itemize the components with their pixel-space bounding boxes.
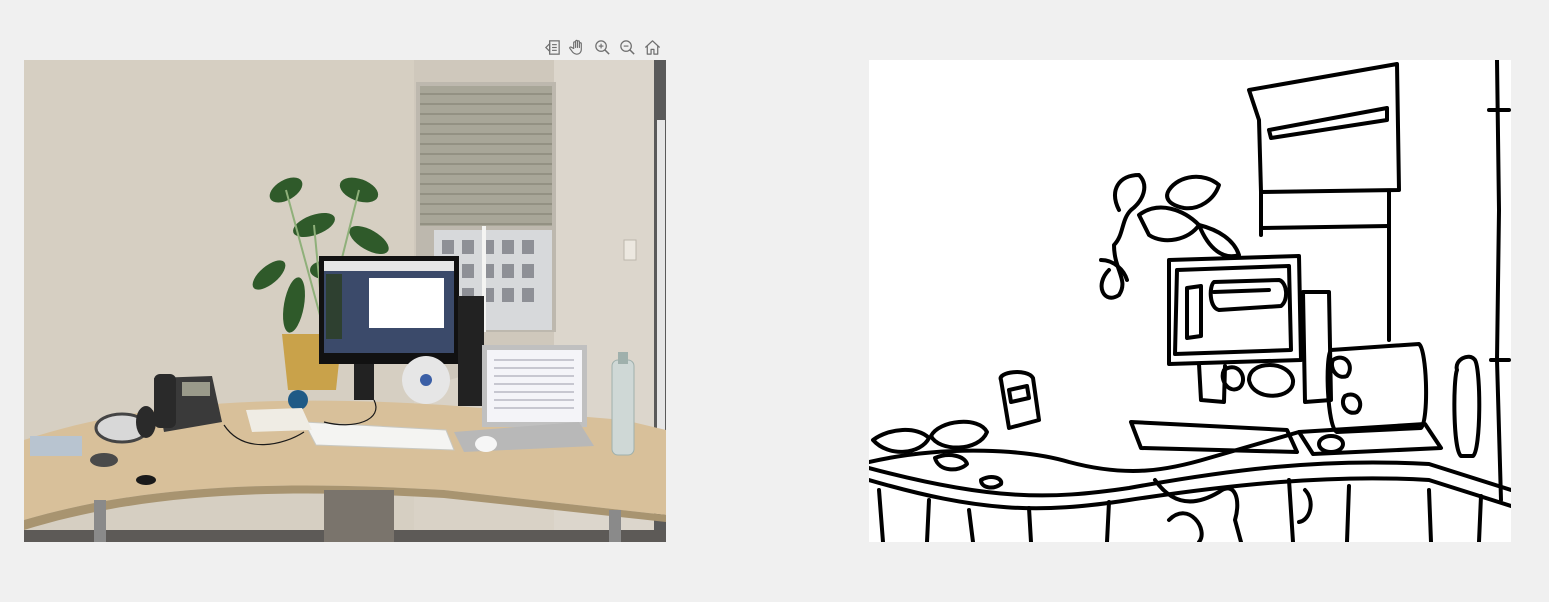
brush-data-button[interactable] (541, 36, 564, 59)
edge-map (869, 60, 1511, 542)
zoom-in-button[interactable] (591, 36, 614, 59)
home-restore-view-icon (644, 39, 661, 55)
pan-hand-icon (569, 39, 582, 55)
edge-map-axes[interactable] (869, 60, 1511, 542)
zoom-out-button[interactable] (616, 36, 639, 59)
zoom-out-icon (620, 39, 635, 55)
office-photo (24, 60, 666, 542)
axes-toolbar (541, 35, 664, 59)
home-restore-view-button[interactable] (641, 36, 664, 59)
desk-phone (154, 374, 222, 432)
zoom-in-icon (595, 39, 610, 55)
brush-data-icon (544, 39, 560, 55)
pan-button[interactable] (566, 36, 589, 59)
window-blinds (420, 86, 552, 226)
office-photo-axes[interactable] (24, 60, 666, 542)
